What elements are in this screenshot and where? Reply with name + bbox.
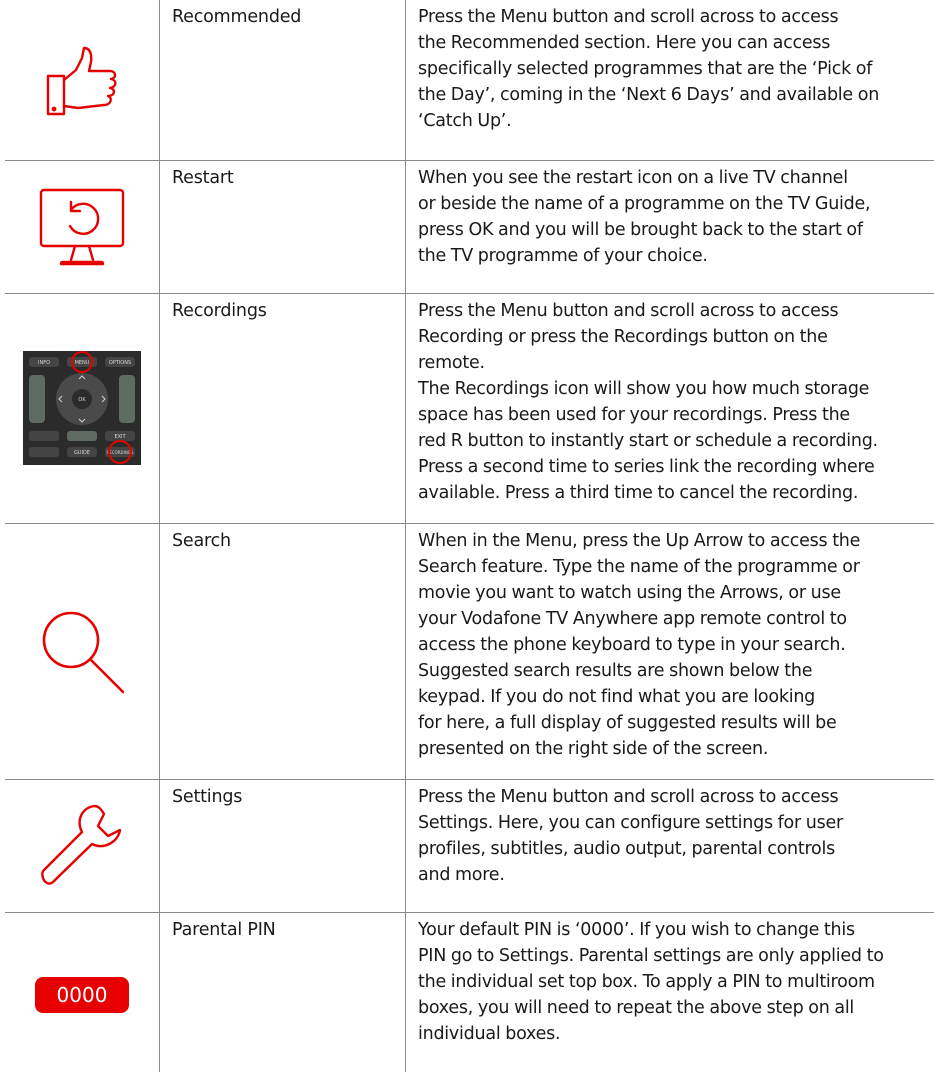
description-line: When in the Menu, press the Up Arrow to … [418, 530, 861, 551]
feature-description: Press the Menu button and scroll across … [406, 294, 934, 508]
remote-ok-label: OK [78, 397, 86, 403]
description-line: the individual set top box. To apply a P… [418, 971, 875, 992]
table-row: 0000 Parental PIN Your default PIN is ‘0… [5, 911, 934, 1072]
description-line: or beside the name of a programme on the… [418, 193, 871, 214]
icon-cell [5, 0, 160, 161]
description-line: Search feature. Type the name of the pro… [418, 556, 860, 577]
description-line: the Day’, coming in the ‘Next 6 Days’ an… [418, 85, 880, 105]
restart-tv-icon [39, 188, 125, 265]
feature-name: Recordings [172, 300, 267, 321]
search-icon [42, 611, 125, 694]
description-line: remote. [418, 352, 485, 373]
description-line: presented on the right side of the scree… [418, 738, 769, 759]
remote-exit-label: EXIT [114, 434, 126, 440]
description-line: and more. [418, 864, 505, 885]
icon-cell [5, 778, 160, 913]
description-line: red R button to instantly start or sched… [418, 430, 878, 451]
description-line: When you see the restart icon on a live … [418, 167, 848, 188]
description-line: Press the Menu button and scroll across … [418, 300, 839, 321]
feature-description: When you see the restart icon on a live … [406, 161, 934, 271]
feature-description: Press the Menu button and scroll across … [406, 0, 934, 136]
description-line: Press a second time to series link the r… [418, 456, 875, 477]
table-row: Restart When you see the restart icon on… [5, 159, 934, 294]
remote-options-label: OPTIONS [109, 360, 131, 366]
icon-cell [5, 159, 160, 294]
feature-name: Search [172, 530, 231, 551]
icon-cell: 0000 [5, 911, 160, 1072]
thumbs-up-icon [46, 46, 117, 115]
description-line: Recording or press the Recordings button… [418, 326, 828, 347]
feature-name: Parental PIN [172, 919, 276, 940]
description-line: available. Press a third time to cancel … [418, 482, 859, 503]
description-line: Suggested search results are shown below… [418, 660, 813, 681]
description-line: the TV programme of your choice. [418, 245, 708, 266]
description-line: press OK and you will be brought back to… [418, 219, 863, 240]
feature-description: When in the Menu, press the Up Arrow to … [406, 524, 934, 764]
remote-info-label: INFO [38, 360, 50, 366]
feature-description: Your default PIN is ‘0000’. If you wish … [406, 913, 934, 1049]
features-table: Recommended Press the Menu button and sc… [5, 0, 934, 1072]
feature-description: Press the Menu button and scroll across … [406, 780, 934, 890]
description-line: your Vodafone TV Anywhere app remote con… [418, 608, 847, 629]
description-line: the Recommended section. Here you can ac… [418, 33, 831, 53]
table-row: INFO MENU OPTIONS OK EXIT GUIDE RECORDIN… [5, 292, 934, 524]
feature-name: Restart [172, 167, 234, 188]
icon-cell [5, 522, 160, 780]
description-line: ‘Catch Up’. [418, 111, 512, 131]
description-line: PIN go to Settings. Parental settings ar… [418, 945, 884, 966]
description-line: movie you want to watch using the Arrows… [418, 582, 841, 603]
feature-name: Settings [172, 786, 243, 807]
pin-badge: 0000 [35, 977, 129, 1014]
description-line: keypad. If you do not find what you are … [418, 686, 816, 707]
description-line: Your default PIN is ‘0000’. If you wish … [418, 919, 855, 940]
table-row: Search When in the Menu, press the Up Ar… [5, 522, 934, 780]
feature-name: Recommended [172, 7, 302, 27]
description-line: individual boxes. [418, 1023, 561, 1044]
description-line: The Recordings icon will show you how mu… [418, 378, 870, 399]
description-line: space has been used for your recordings.… [418, 404, 850, 425]
remote-guide-label: GUIDE [74, 450, 90, 456]
description-line: Settings. Here, you can configure settin… [418, 812, 843, 833]
description-line: access the phone keyboard to type in you… [418, 634, 846, 655]
description-line: boxes, you will need to repeat the above… [418, 997, 855, 1018]
description-line: Press the Menu button and scroll across … [418, 7, 839, 27]
table-row: Settings Press the Menu button and scrol… [5, 778, 934, 913]
remote-control-image: INFO MENU OPTIONS OK EXIT GUIDE RECORDIN… [23, 351, 141, 465]
description-line: for here, a full display of suggested re… [418, 712, 837, 733]
description-line: Press the Menu button and scroll across … [418, 786, 839, 807]
remote-menu-label: MENU [75, 360, 90, 366]
table-row: Recommended Press the Menu button and sc… [5, 0, 934, 161]
description-line: specifically selected programmes that ar… [418, 59, 873, 79]
description-line: profiles, subtitles, audio output, paren… [418, 838, 835, 859]
icon-cell: INFO MENU OPTIONS OK EXIT GUIDE RECORDIN… [5, 292, 160, 524]
wrench-icon [41, 804, 122, 885]
